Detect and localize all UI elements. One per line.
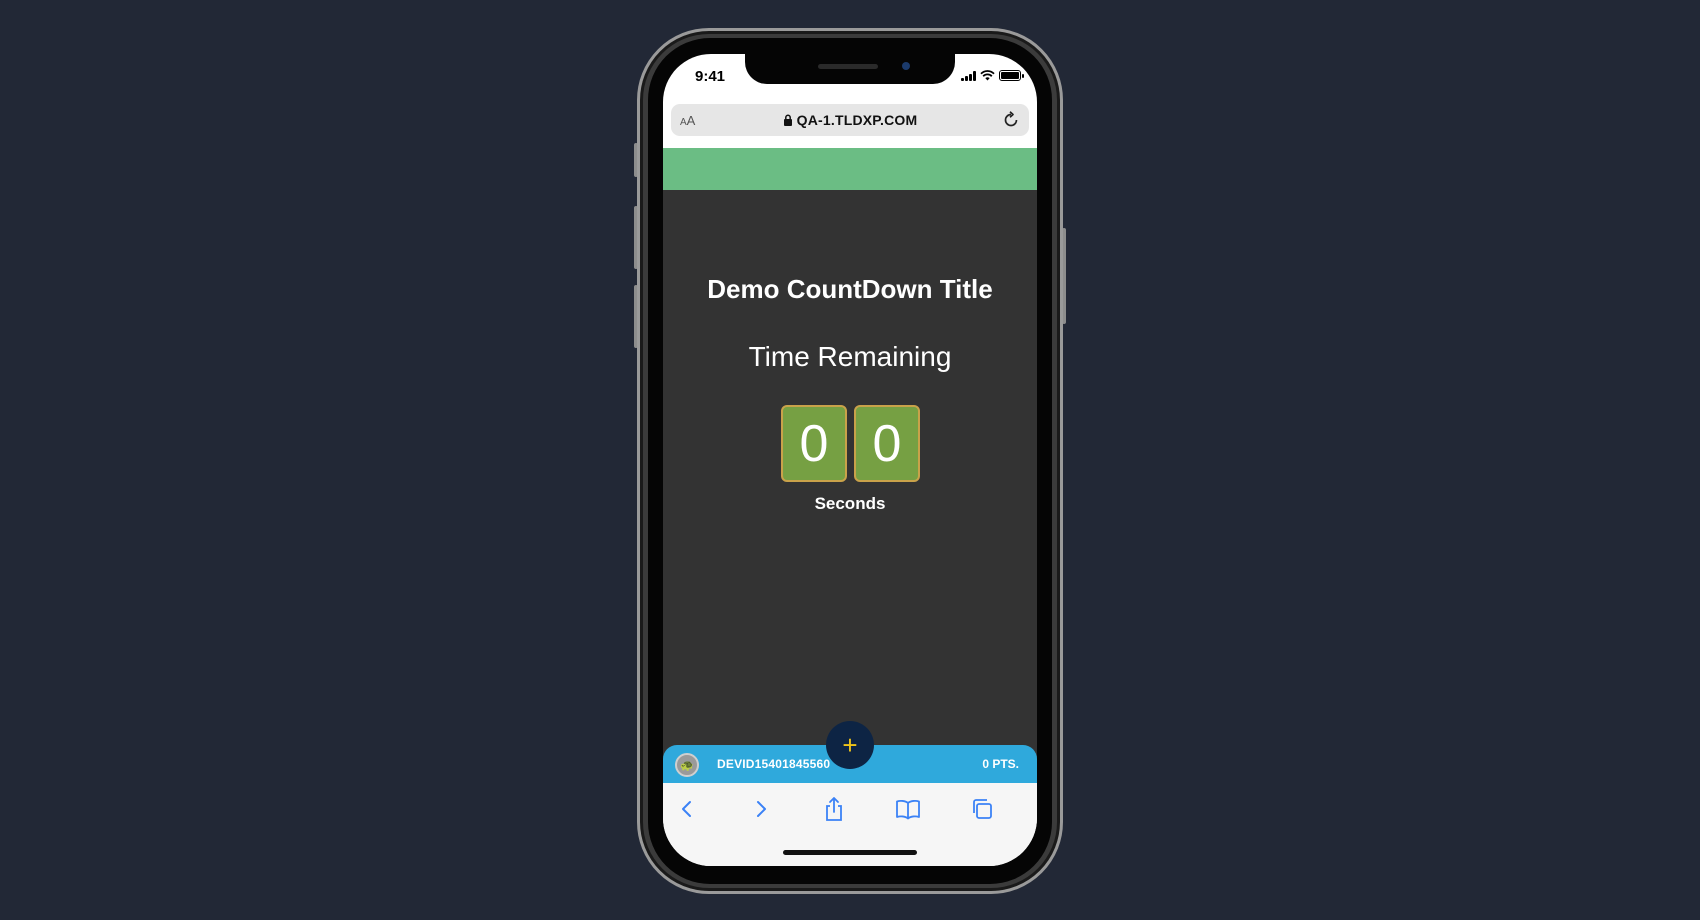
forward-icon [757,801,766,817]
header-bar [663,148,1037,190]
status-icons [961,70,1024,81]
add-button[interactable]: + [826,721,874,769]
battery-icon [999,70,1024,81]
url-display[interactable]: QA-1.TLDXP.COM [671,112,1029,128]
status-time: 9:41 [695,68,726,85]
back-button[interactable] [673,795,701,823]
address-bar[interactable]: AA QA-1.TLDXP.COM [671,104,1029,136]
countdown-subtitle: Time Remaining [748,341,952,372]
countdown-digits: 0 0 [781,405,920,482]
home-indicator[interactable] [783,850,917,855]
front-camera [902,62,910,70]
back-icon [682,801,691,817]
forward-button[interactable] [747,795,775,823]
notch [745,54,955,84]
countdown-unit-label: Seconds [814,494,886,513]
bookmarks-button[interactable] [894,795,922,823]
share-icon [826,797,842,821]
countdown-title: Demo CountDown Title [707,274,993,304]
speaker-grille [818,64,878,69]
countdown-digit: 0 [781,405,847,482]
url-text: QA-1.TLDXP.COM [796,112,918,128]
tabs-icon [973,799,992,819]
points-display: 0 PTS. [982,757,1019,771]
lock-icon [783,114,792,126]
share-button[interactable] [820,795,848,823]
phone-screen: 9:41 AA QA-1.TLDXP.COM Demo CountDown Ti… [663,54,1037,866]
tabs-button[interactable] [968,795,996,823]
wifi-icon [980,70,995,81]
cellular-signal-icon [961,70,976,81]
reload-icon[interactable] [1001,110,1021,130]
avatar[interactable]: 🐢 [675,753,699,777]
countdown-digit: 0 [854,405,920,482]
bookmarks-icon [896,799,920,820]
username: DEVID15401845560 [717,757,831,771]
